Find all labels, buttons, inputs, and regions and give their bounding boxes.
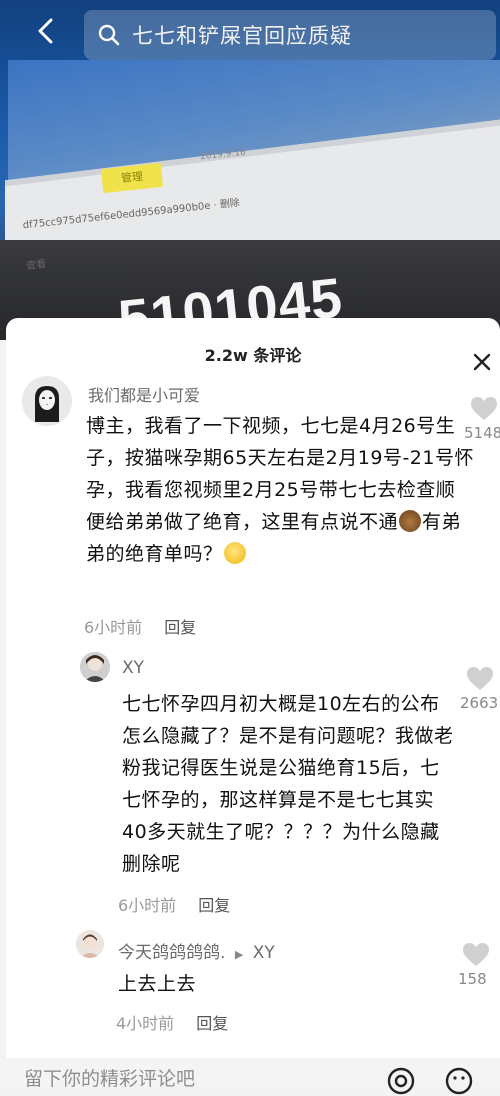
comment-username: 今天鸽鸽鸽鸽. ▶ XY bbox=[118, 938, 275, 963]
like-button[interactable]: 2663 bbox=[460, 666, 498, 712]
reply-author[interactable]: 今天鸽鸽鸽鸽. bbox=[118, 943, 225, 963]
monkey-emoji-icon bbox=[399, 510, 422, 532]
comment-username[interactable]: 我们都是小可爱 bbox=[88, 382, 200, 406]
close-icon[interactable] bbox=[470, 350, 494, 374]
comment-time: 6小时前 bbox=[118, 896, 177, 915]
search-query: 七七和铲屎官回应质疑 bbox=[132, 24, 352, 48]
comment-time: 6小时前 bbox=[84, 618, 143, 637]
search-icon bbox=[98, 24, 120, 46]
chevron-left-icon bbox=[38, 18, 53, 44]
avatar[interactable] bbox=[76, 930, 104, 958]
masked-face-icon bbox=[22, 376, 72, 426]
comment-text: 上去上去 bbox=[118, 973, 197, 995]
like-button[interactable]: 5148 bbox=[464, 396, 500, 442]
comment-username[interactable]: XY bbox=[122, 658, 144, 678]
photo-view-label: 查看 bbox=[25, 258, 47, 273]
profile-photo-icon bbox=[76, 930, 104, 958]
reply-arrow-icon: ▶ bbox=[234, 948, 244, 961]
comment-time: 4小时前 bbox=[116, 1014, 175, 1033]
comment-text: 博主，我看了一下视频，七七是4月26号生子，按猫咪孕期65天左右是2月19号-2… bbox=[86, 415, 474, 565]
like-count: 5148 bbox=[464, 424, 500, 442]
comment-count-title: 2.2w 条评论 bbox=[204, 346, 302, 365]
at-mention-icon[interactable] bbox=[386, 1066, 416, 1096]
comment-meta: 6小时前 回复 bbox=[84, 614, 196, 638]
comment-meta: 4小时前 回复 bbox=[116, 1010, 228, 1034]
avatar[interactable] bbox=[22, 376, 72, 426]
like-button[interactable]: 158 bbox=[458, 942, 490, 988]
back-button[interactable] bbox=[28, 14, 62, 48]
comment-meta: 6小时前 回复 bbox=[118, 892, 230, 916]
reply-button[interactable]: 回复 bbox=[198, 896, 230, 915]
profile-photo-icon bbox=[80, 652, 110, 682]
pleading-face-emoji-icon bbox=[223, 542, 246, 564]
heart-icon bbox=[471, 397, 497, 420]
avatar[interactable] bbox=[80, 652, 110, 682]
comment-input[interactable]: 留下你的精彩评论吧 bbox=[24, 1064, 195, 1091]
emoji-icon[interactable] bbox=[444, 1066, 474, 1096]
like-count: 2663 bbox=[460, 694, 499, 712]
search-bar[interactable]: 七七和铲屎官回应质疑 bbox=[84, 10, 496, 60]
reply-target[interactable]: XY bbox=[253, 943, 275, 963]
comment-sheet: 2.2w 条评论 我们都是小可爱 博主，我看了一下视频，七七是4月26号生子，按… bbox=[6, 318, 500, 1083]
reply-button[interactable]: 回复 bbox=[196, 1014, 228, 1033]
heart-icon bbox=[463, 943, 489, 966]
reply-button[interactable]: 回复 bbox=[164, 618, 196, 637]
like-count: 158 bbox=[458, 970, 487, 988]
comment-text: 七七怀孕四月初大概是10左右的公布怎么隐藏了？是不是有问题呢？我做老粉我记得医生… bbox=[122, 693, 454, 875]
heart-icon bbox=[467, 667, 493, 690]
